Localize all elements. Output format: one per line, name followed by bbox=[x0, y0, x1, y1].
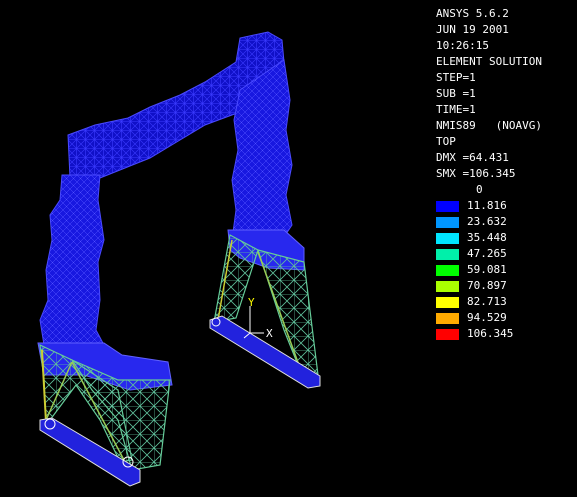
legend-row: 94.529 bbox=[436, 310, 576, 326]
legend-swatch bbox=[436, 201, 459, 212]
legend-value: 106.345 bbox=[467, 327, 514, 340]
left-column bbox=[39, 174, 105, 346]
legend-row: 106.345 bbox=[436, 326, 576, 342]
legend-swatch bbox=[436, 329, 459, 340]
legend-row: 23.632 bbox=[436, 214, 576, 230]
info-line: SMX =106.345 bbox=[436, 167, 516, 180]
legend-swatch bbox=[436, 249, 459, 260]
legend-value: 70.897 bbox=[467, 279, 507, 292]
legend-value: 23.632 bbox=[467, 215, 507, 228]
legend-value: 11.816 bbox=[467, 199, 507, 212]
info-line: ELEMENT SOLUTION bbox=[436, 55, 542, 68]
legend-value: 59.081 bbox=[467, 263, 507, 276]
info-line: ANSYS 5.6.2 bbox=[436, 7, 509, 20]
legend-swatch bbox=[436, 297, 459, 308]
legend-row: 70.897 bbox=[436, 278, 576, 294]
legend-value: 94.529 bbox=[467, 311, 507, 324]
legend-swatch bbox=[436, 313, 459, 324]
legend-value: 82.713 bbox=[467, 295, 507, 308]
legend-swatch bbox=[436, 217, 459, 228]
fea-model bbox=[37, 31, 321, 487]
legend-swatch bbox=[436, 233, 459, 244]
info-line: JUN 19 2001 bbox=[436, 23, 509, 36]
legend-swatch bbox=[436, 265, 459, 276]
legend-value: 35.448 bbox=[467, 231, 507, 244]
triad-y-label: Y bbox=[248, 296, 255, 309]
legend-row: 59.081 bbox=[436, 262, 576, 278]
legend-row: 35.448 bbox=[436, 230, 576, 246]
info-line: DMX =64.431 bbox=[436, 151, 509, 164]
legend-row: 11.816 bbox=[436, 198, 576, 214]
triad-x-label: X bbox=[266, 327, 273, 340]
info-line: NMIS89 (NOAVG) bbox=[436, 119, 542, 132]
legend-row: 47.265 bbox=[436, 246, 576, 262]
legend-min-value: 0 bbox=[476, 183, 483, 196]
info-line: 10:26:15 bbox=[436, 39, 489, 52]
legend-value: 47.265 bbox=[467, 247, 507, 260]
legend-swatch bbox=[436, 281, 459, 292]
solution-info-block: ANSYS 5.6.2 JUN 19 2001 10:26:15 ELEMENT SO… bbox=[436, 6, 542, 182]
legend-row: 82.713 bbox=[436, 294, 576, 310]
info-line: STEP=1 bbox=[436, 71, 476, 84]
info-line: TIME=1 bbox=[436, 103, 476, 116]
info-line: TOP bbox=[436, 135, 456, 148]
info-line: SUB =1 bbox=[436, 87, 476, 100]
